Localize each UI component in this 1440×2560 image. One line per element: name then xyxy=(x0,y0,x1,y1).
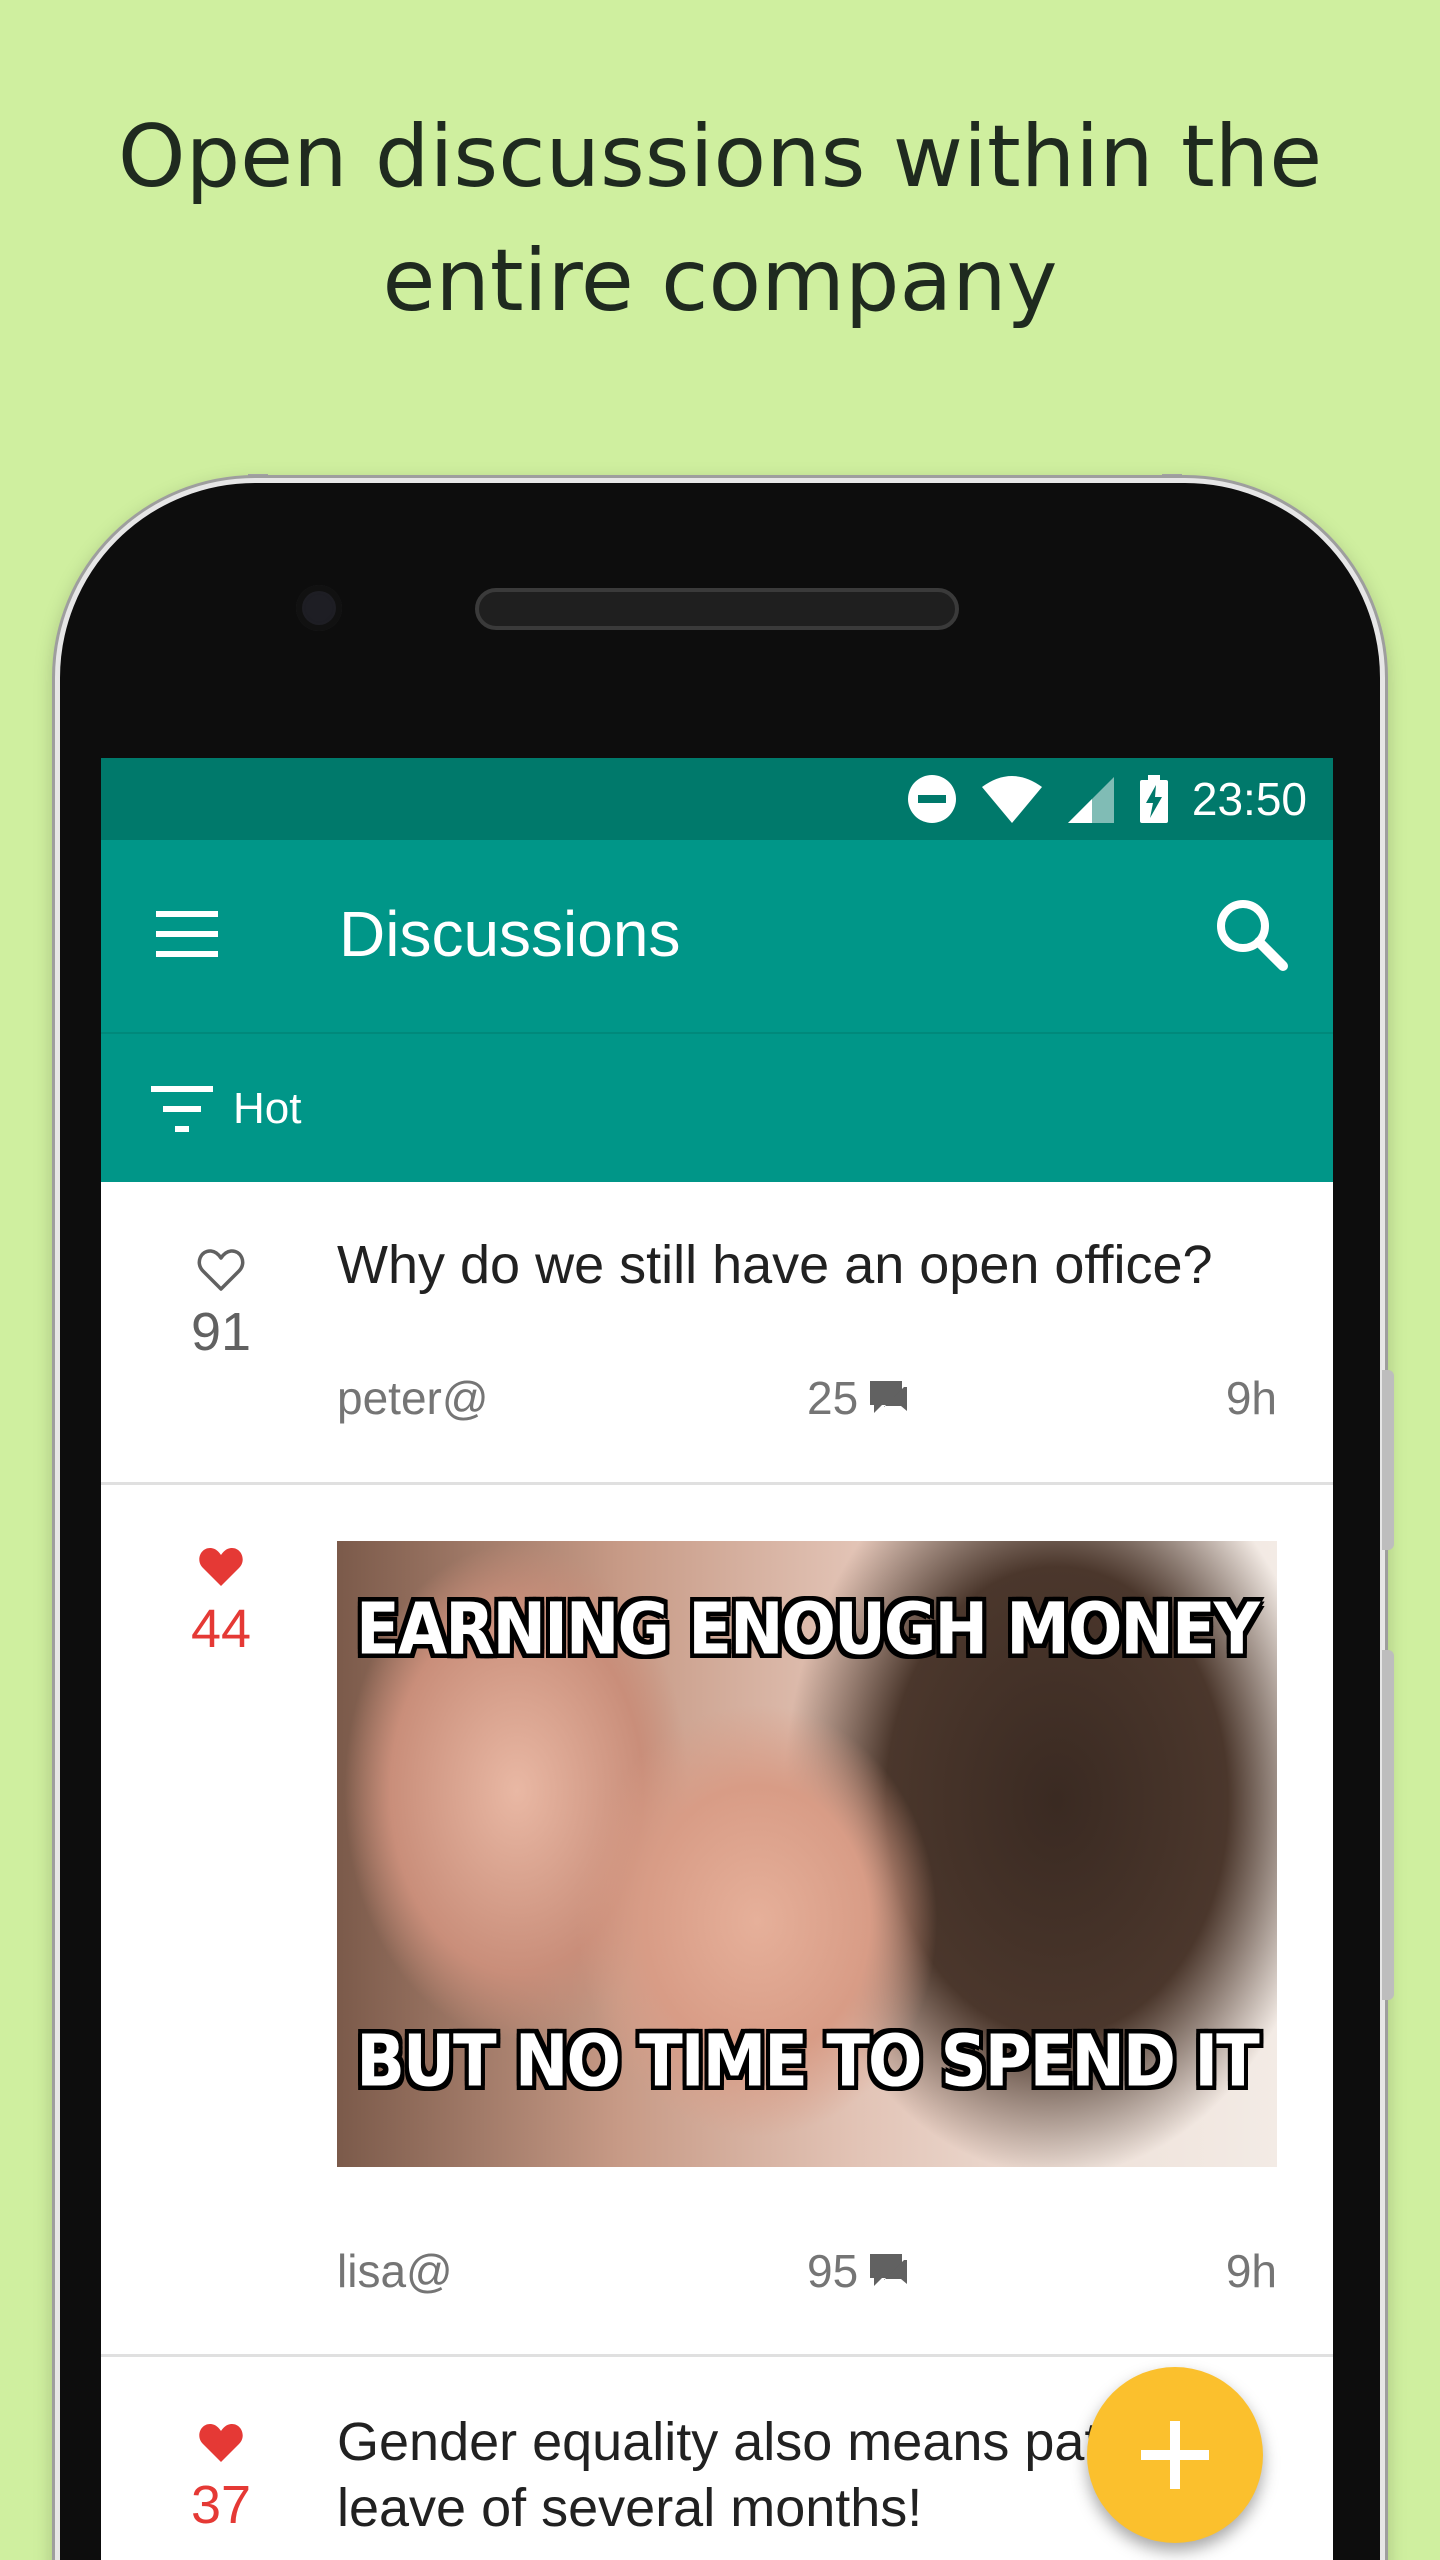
like-count: 91 xyxy=(190,1302,252,1362)
discussion-feed: 91 Why do we still have an open office? … xyxy=(101,1182,1333,2560)
comment-count-value: 25 xyxy=(807,1372,859,1424)
do-not-disturb-icon xyxy=(907,775,956,823)
discussion-title[interactable]: Why do we still have an open office? xyxy=(337,1232,1297,1298)
filter-label: Hot xyxy=(233,1084,302,1133)
plus-icon xyxy=(1141,2421,1209,2489)
meme-top-text: EARNING ENOUGH MONEY xyxy=(355,1588,1260,1672)
battery-charging-icon xyxy=(1139,775,1168,823)
status-icons: 23:50 xyxy=(906,758,1307,840)
like-count: 44 xyxy=(190,1599,252,1659)
new-discussion-button[interactable] xyxy=(1087,2367,1263,2543)
headline-line-1: Open discussions within the xyxy=(117,107,1323,207)
heart-filled-icon[interactable] xyxy=(197,1545,245,1589)
status-time: 23:50 xyxy=(1191,773,1307,825)
app-screen: 23:50 Discussions Hot 91 Why do we still… xyxy=(101,758,1333,2560)
search-button[interactable] xyxy=(1209,892,1293,976)
promo-headline: Open discussions within the entire compa… xyxy=(0,95,1440,343)
post-age: 9h xyxy=(1225,1372,1277,1424)
comment-count[interactable]: 95 xyxy=(807,2239,908,2303)
search-icon xyxy=(1217,900,1288,971)
phone-volume-button xyxy=(1382,1650,1394,2000)
like-control[interactable]: 37 xyxy=(151,2421,291,2537)
author[interactable]: peter@ xyxy=(337,1366,489,1430)
filter-list-icon xyxy=(151,1086,213,1132)
filter-bar: Hot xyxy=(101,1032,1333,1182)
author[interactable]: lisa@ xyxy=(337,2239,453,2303)
cell-signal-icon xyxy=(1067,777,1114,823)
like-control[interactable]: 44 xyxy=(151,1545,291,1661)
app-title: Discussions xyxy=(339,898,681,970)
headline-line-2: entire company xyxy=(382,231,1058,331)
discussion-meta: lisa@ 95 9h xyxy=(337,2239,1277,2303)
discussion-item[interactable]: 44 EARNING ENOUGH MONEY BUT NO TIME TO S… xyxy=(101,1485,1333,2357)
status-bar: 23:50 xyxy=(101,758,1333,840)
app-bar: Discussions xyxy=(101,840,1333,1032)
heart-filled-icon[interactable] xyxy=(197,2421,245,2465)
wifi-icon xyxy=(981,776,1042,823)
menu-button[interactable] xyxy=(151,898,223,970)
sort-filter-button[interactable]: Hot xyxy=(151,1074,301,1144)
phone-power-button xyxy=(1382,1370,1394,1550)
like-control[interactable]: 91 xyxy=(151,1248,291,1364)
comment-count[interactable]: 25 xyxy=(807,1366,908,1430)
post-age: 9h xyxy=(1225,2245,1277,2297)
comment-count-value: 95 xyxy=(807,2245,859,2297)
comment-icon xyxy=(870,1381,908,1413)
earpiece-speaker xyxy=(475,588,959,630)
like-count: 37 xyxy=(190,2475,252,2535)
hamburger-menu-icon xyxy=(156,911,218,957)
meme-image[interactable]: EARNING ENOUGH MONEY BUT NO TIME TO SPEN… xyxy=(337,1541,1277,2167)
front-camera xyxy=(296,585,342,631)
meme-bottom-text: BUT NO TIME TO SPEND IT xyxy=(356,2020,1260,2104)
heart-outline-icon[interactable] xyxy=(197,1248,245,1292)
discussion-item[interactable]: 91 Why do we still have an open office? … xyxy=(101,1182,1333,1485)
comment-icon xyxy=(870,2254,908,2286)
discussion-meta: peter@ 25 9h xyxy=(337,1366,1277,1430)
